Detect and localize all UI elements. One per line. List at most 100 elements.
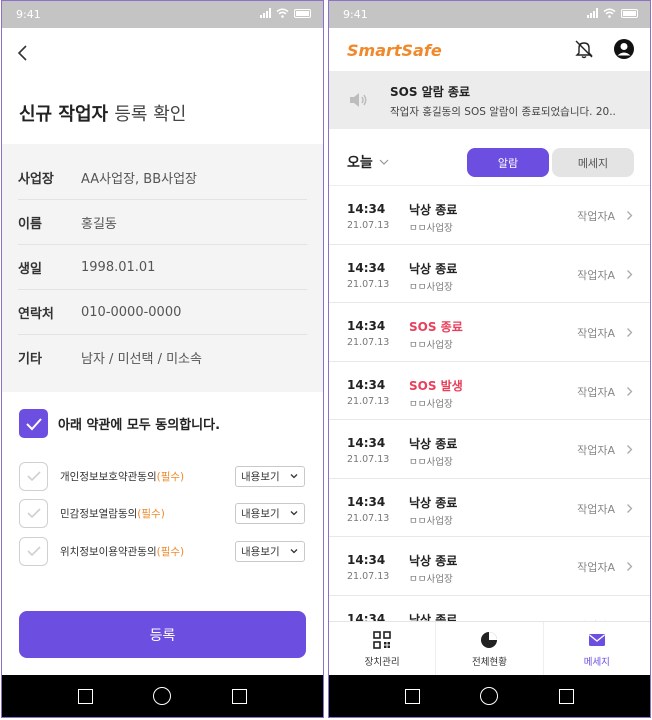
alarm-list-item[interactable]: 14:3421.07.13낙상 종료ㅁㅁ사업장작업자A	[329, 596, 650, 622]
info-value: 홍길동	[81, 216, 117, 232]
home-button[interactable]	[480, 687, 499, 705]
check-icon	[26, 471, 41, 482]
info-row-birthday: 생일 1998.01.01	[18, 245, 307, 290]
page-title-light: 등록 확인	[114, 104, 187, 125]
view-content-select[interactable]: 내용보기	[235, 541, 305, 562]
alarm-title: 낙상 종료	[409, 261, 458, 276]
tab-overall-status[interactable]: 전체현황	[436, 622, 544, 677]
info-value: 남자 / 미선택 / 미소속	[81, 352, 202, 367]
alarm-worker: 작업자A	[577, 444, 615, 457]
alarm-list-item[interactable]: 14:3421.07.13낙상 종료ㅁㅁ사업장작업자A	[329, 537, 650, 596]
term-required: (필수)	[137, 507, 165, 520]
tab-message-bottom[interactable]: 메세지	[544, 622, 650, 677]
wifi-icon	[603, 8, 616, 18]
alarm-date: 21.07.13	[347, 454, 390, 465]
alarm-list-screen: 9:41 SmartSafe SOS 알람 종료 작업자 홍길동의 SOS 알람…	[328, 0, 651, 718]
app-logo: SmartSafe	[347, 41, 442, 60]
alarm-date: 21.07.13	[347, 512, 390, 524]
agree-all-label: 아래 약관에 모두 동의합니다.	[58, 418, 221, 433]
alarm-worker: 작업자A	[577, 327, 615, 340]
term-required: (필수)	[156, 470, 185, 483]
info-key: 기타	[18, 352, 42, 367]
bottom-tab-bar: 장치관리 전체현황 메세지	[329, 621, 650, 677]
alarm-list-item[interactable]: 14:34 21.07.13 낙상 종료 ㅁㅁ사업장 작업자A	[329, 420, 650, 479]
banner-message: 작업자 홍길동의 SOS 알람이 종료되었습니다. 20..	[390, 106, 616, 118]
back-arrow-icon[interactable]	[14, 43, 32, 63]
back-button[interactable]	[558, 688, 574, 704]
alarm-title: 낙상 종료	[409, 437, 458, 451]
term-label: 개인정보보호약관동의(필수)	[60, 469, 220, 484]
register-button[interactable]: 등록	[19, 611, 306, 658]
signal-icon	[587, 8, 598, 18]
alarm-date: 21.07.13	[347, 278, 390, 290]
chevron-right-icon	[627, 503, 633, 513]
alarm-list-item[interactable]: 14:3421.07.13낙상 종료ㅁㅁ사업장작업자A	[329, 245, 650, 303]
term-checkbox[interactable]	[19, 536, 48, 566]
term-name: 위치정보이용약관동의	[60, 545, 157, 558]
alarm-time: 14:34	[347, 611, 386, 622]
tab-device-management[interactable]: 장치관리	[329, 622, 437, 677]
alarm-list-item[interactable]: 14:34 21.07.13 SOS 종료 ㅁㅁ사업장 작업자A	[329, 303, 650, 362]
battery-icon	[621, 8, 638, 18]
sos-notice-banner[interactable]: SOS 알람 종료 작업자 홍길동의 SOS 알람이 종료되었습니다. 20..	[329, 71, 650, 129]
date-filter-select[interactable]: 오늘	[347, 152, 389, 172]
alarm-worker: 작업자A	[577, 385, 615, 399]
check-icon	[26, 546, 41, 557]
info-key: 생일	[18, 261, 42, 277]
chevron-down-icon	[379, 159, 389, 165]
user-icon[interactable]	[613, 38, 635, 60]
alarm-site: ㅁㅁ사업장	[409, 223, 453, 234]
alarm-time: 14:34	[347, 202, 386, 216]
term-item: 개인정보보호약관동의(필수) 내용보기	[19, 461, 309, 491]
agree-all-checkbox[interactable]	[19, 409, 48, 438]
speaker-icon	[350, 93, 367, 107]
recent-apps-button[interactable]	[78, 688, 94, 704]
alarm-date: 21.07.13	[347, 395, 390, 407]
tab-label: 장치관리	[364, 657, 400, 668]
alarm-list: 14:34 21.07.13 낙상 종료 ㅁㅁ사업장 작업자A 14:34 21.07.13…	[329, 185, 650, 621]
pie-chart-icon	[481, 632, 498, 648]
alarm-date: 21.07.13	[347, 337, 390, 348]
alarm-site: ㅁㅁ사업장	[409, 340, 453, 351]
view-content-select[interactable]: 내용보기	[235, 503, 305, 524]
tab-alarm[interactable]: 알람	[467, 148, 549, 177]
alarm-worker: 작업자A	[577, 561, 615, 574]
alarm-site: ㅁㅁ사업장	[409, 281, 453, 293]
view-select-label: 내용보기	[241, 546, 280, 558]
view-content-select[interactable]: 내용보기	[235, 466, 305, 487]
term-checkbox[interactable]	[19, 461, 48, 491]
alarm-title: SOS 발생	[409, 378, 463, 393]
alarm-list-item[interactable]: 14:34 21.07.13 SOS 발생 ㅁㅁ사업장 작업자A	[329, 362, 650, 420]
alarm-site: ㅁㅁ사업장	[409, 457, 453, 468]
alarm-time: 14:34	[347, 319, 386, 333]
alarm-worker: 작업자A	[577, 502, 615, 516]
bell-off-icon[interactable]	[574, 39, 594, 59]
tab-label: 전체현황	[472, 657, 507, 668]
page-title-bold: 신규 작업자	[19, 104, 109, 125]
view-select-label: 내용보기	[241, 471, 280, 483]
tab-message[interactable]: 메세지	[552, 148, 634, 177]
android-nav-bar	[2, 675, 323, 717]
alarm-time: 14:34	[347, 436, 386, 450]
alarm-title: 낙상 종료	[409, 203, 458, 217]
alarm-worker: 작업자A	[577, 268, 615, 282]
alarm-list-item[interactable]: 14:3421.07.13낙상 종료ㅁㅁ사업장작업자A	[329, 186, 650, 245]
qr-code-icon	[373, 631, 391, 649]
alarm-list-item[interactable]: 14:3421.07.13낙상 종료ㅁㅁ사업장작업자A	[329, 479, 650, 537]
info-value: AA사업장, BB사업장	[81, 171, 198, 187]
recent-apps-button[interactable]	[405, 688, 421, 704]
term-label: 위치정보이용약관동의(필수)	[60, 544, 220, 559]
alarm-time: 14:34	[347, 553, 386, 567]
term-checkbox[interactable]	[19, 498, 48, 528]
agree-all-row[interactable]: 아래 약관에 모두 동의합니다.	[19, 409, 220, 438]
info-key: 연락처	[18, 306, 54, 322]
info-row-workplace: 사업장 AA사업장, BB사업장	[18, 155, 307, 200]
status-bar: 9:41	[2, 1, 323, 28]
alarm-worker: 작업자A	[577, 210, 615, 223]
status-time: 9:41	[16, 8, 41, 21]
back-button[interactable]	[231, 688, 247, 704]
term-required: (필수)	[156, 545, 185, 558]
alarm-site: ㅁㅁ사업장	[409, 515, 453, 527]
home-button[interactable]	[153, 687, 172, 705]
info-key: 사업장	[18, 171, 54, 187]
